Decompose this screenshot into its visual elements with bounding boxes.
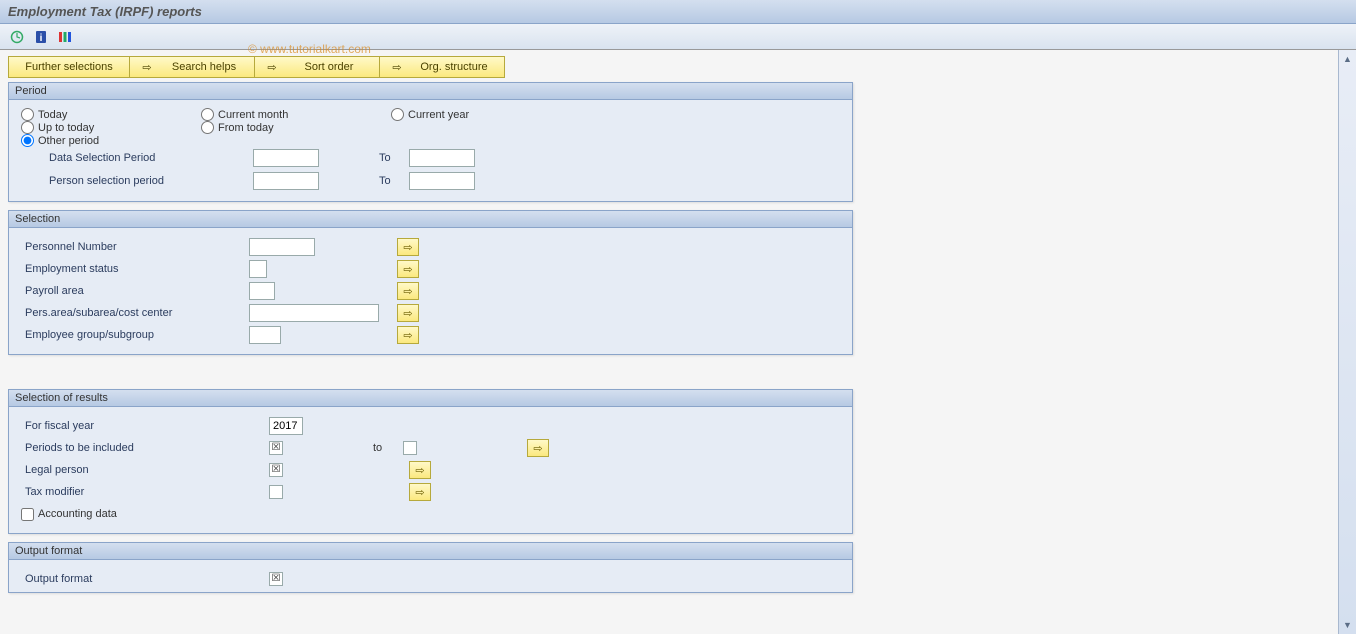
to-label: To <box>379 152 409 164</box>
further-selections-button[interactable]: Further selections <box>8 56 130 78</box>
multiple-selection-button[interactable]: ⇨ <box>397 260 419 278</box>
info-icon[interactable]: i <box>32 28 50 46</box>
multiple-selection-button[interactable]: ⇨ <box>397 326 419 344</box>
multiple-selection-button[interactable]: ⇨ <box>409 483 431 501</box>
employee-group-input[interactable] <box>249 326 281 344</box>
arrow-right-icon: ⇨ <box>265 61 279 74</box>
multiple-selection-button[interactable]: ⇨ <box>397 238 419 256</box>
arrow-right-icon: ⇨ <box>140 61 154 74</box>
radio-label: Up to today <box>38 122 94 134</box>
radio-today[interactable]: Today <box>19 108 199 121</box>
field-label: Payroll area <box>19 285 249 297</box>
field-label: Data Selection Period <box>43 152 253 164</box>
button-label: Search helps <box>164 61 244 73</box>
person-selection-period-from[interactable] <box>253 172 319 190</box>
field-label: Employment status <box>19 263 249 275</box>
selection-of-results-group: Selection of results For fiscal year Per… <box>8 389 853 534</box>
radio-current-year[interactable]: Current year <box>389 108 569 121</box>
multiple-selection-button[interactable]: ⇨ <box>397 304 419 322</box>
field-label: Pers.area/subarea/cost center <box>19 307 249 319</box>
field-label: Output format <box>19 573 269 585</box>
group-title: Selection of results <box>9 390 852 407</box>
periods-to-checkbox[interactable] <box>403 441 417 455</box>
radio-up-to-today[interactable]: Up to today <box>19 121 199 134</box>
content-area: Further selections ⇨ Search helps ⇨ Sort… <box>0 50 1338 634</box>
radio-label: Other period <box>38 135 99 147</box>
field-label: Tax modifier <box>19 486 269 498</box>
app-toolbar: i <box>0 24 1356 50</box>
search-helps-button[interactable]: ⇨ Search helps <box>130 56 255 78</box>
tax-modifier-checkbox[interactable] <box>269 485 283 499</box>
field-label: For fiscal year <box>19 420 269 432</box>
radio-label: Current month <box>218 109 288 121</box>
output-format-checkbox[interactable]: ☒ <box>269 572 283 586</box>
radio-from-today[interactable]: From today <box>199 121 389 134</box>
scroll-down-icon[interactable]: ▼ <box>1341 618 1355 632</box>
multiple-selection-button[interactable]: ⇨ <box>397 282 419 300</box>
radio-label: Current year <box>408 109 469 121</box>
svg-text:i: i <box>40 33 43 44</box>
data-selection-period-to[interactable] <box>409 149 475 167</box>
field-label: Personnel Number <box>19 241 249 253</box>
to-label: To <box>379 175 409 187</box>
radio-current-month[interactable]: Current month <box>199 108 389 121</box>
output-format-group: Output format Output format ☒ <box>8 542 853 593</box>
field-label: Person selection period <box>43 175 253 187</box>
checkbox-label: Accounting data <box>38 508 117 520</box>
button-label: Sort order <box>289 61 369 73</box>
periods-from-checkbox[interactable]: ☒ <box>269 441 283 455</box>
radio-other-period[interactable]: Other period <box>19 134 199 147</box>
scroll-up-icon[interactable]: ▲ <box>1341 52 1355 66</box>
employment-status-input[interactable] <box>249 260 267 278</box>
color-legend-icon[interactable] <box>56 28 74 46</box>
group-title: Output format <box>9 543 852 560</box>
field-label: Periods to be included <box>19 442 269 454</box>
multiple-selection-button[interactable]: ⇨ <box>409 461 431 479</box>
pers-area-input[interactable] <box>249 304 379 322</box>
group-title: Selection <box>9 211 852 228</box>
legal-person-checkbox[interactable]: ☒ <box>269 463 283 477</box>
personnel-number-input[interactable] <box>249 238 315 256</box>
person-selection-period-to[interactable] <box>409 172 475 190</box>
vertical-scrollbar[interactable]: ▲ ▼ <box>1338 50 1356 634</box>
field-label: Legal person <box>19 464 269 476</box>
multiple-selection-button[interactable]: ⇨ <box>527 439 549 457</box>
to-label: to <box>373 442 403 454</box>
period-group: Period Today Current month Current year … <box>8 82 853 202</box>
selection-group: Selection Personnel Number ⇨ Employment … <box>8 210 853 355</box>
group-title: Period <box>9 83 852 100</box>
radio-label: Today <box>38 109 67 121</box>
sort-order-button[interactable]: ⇨ Sort order <box>255 56 380 78</box>
data-selection-period-from[interactable] <box>253 149 319 167</box>
accounting-data-checkbox[interactable]: Accounting data <box>19 508 117 521</box>
nav-button-row: Further selections ⇨ Search helps ⇨ Sort… <box>8 56 1330 78</box>
fiscal-year-input[interactable] <box>269 417 303 435</box>
button-label: Org. structure <box>414 61 494 73</box>
radio-label: From today <box>218 122 274 134</box>
button-label: Further selections <box>19 61 119 73</box>
org-structure-button[interactable]: ⇨ Org. structure <box>380 56 505 78</box>
arrow-right-icon: ⇨ <box>390 61 404 74</box>
window-title: Employment Tax (IRPF) reports <box>0 0 1356 24</box>
payroll-area-input[interactable] <box>249 282 275 300</box>
execute-icon[interactable] <box>8 28 26 46</box>
field-label: Employee group/subgroup <box>19 329 249 341</box>
